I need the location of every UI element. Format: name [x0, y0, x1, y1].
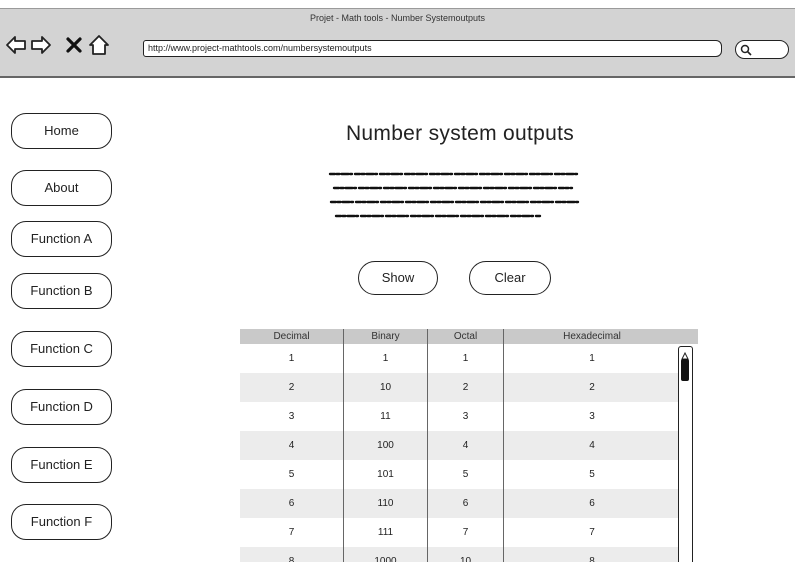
table-row[interactable]: 5 101 5 5	[240, 460, 680, 489]
cell-hexadecimal: 6	[589, 498, 595, 509]
sidebar-item-function-a[interactable]: Function A	[11, 221, 112, 257]
cell-binary: 111	[377, 527, 394, 538]
window-title: Projet - Math tools - Number Systemoutpu…	[309, 13, 486, 23]
sidebar-item-function-e[interactable]: Function E	[11, 447, 112, 483]
cell-octal: 10	[459, 556, 472, 562]
cell-decimal: 6	[288, 498, 295, 509]
cell-decimal: 2	[288, 382, 295, 393]
page-title: Number system outputs	[345, 122, 575, 145]
cell-octal: 4	[462, 440, 469, 451]
column-divider	[503, 329, 504, 562]
address-bar[interactable]: http://www.project-mathtools.com/numbers…	[143, 40, 722, 57]
sidebar-item-function-c[interactable]: Function C	[11, 331, 112, 367]
scrollbar-thumb[interactable]	[681, 359, 689, 381]
cell-hexadecimal: 4	[589, 440, 595, 451]
table-scrollbar[interactable]	[678, 346, 693, 562]
cell-hexadecimal: 7	[589, 527, 595, 538]
back-arrow-icon[interactable]	[5, 34, 27, 56]
cell-binary: 10	[379, 382, 392, 393]
home-icon[interactable]	[88, 34, 110, 56]
cell-hexadecimal: 2	[589, 382, 595, 393]
number-table: Decimal Binary Octal Hexadecimal 1 1 1 1…	[240, 329, 698, 562]
search-icon	[740, 43, 752, 56]
cell-decimal: 8	[288, 556, 295, 562]
cell-octal: 3	[462, 411, 469, 422]
column-header-hexadecimal: Hexadecimal	[563, 331, 621, 342]
cell-decimal: 3	[288, 411, 295, 422]
column-divider	[343, 329, 344, 562]
cell-octal: 5	[462, 469, 469, 480]
sidebar-item-function-f[interactable]: Function F	[11, 504, 112, 540]
table-row[interactable]: 4 100 4 4	[240, 431, 680, 460]
sidebar-item-function-b[interactable]: Function B	[11, 273, 112, 309]
table-row[interactable]: 3 11 3 3	[240, 402, 680, 431]
cell-binary: 1000	[374, 556, 397, 562]
cell-binary: 1	[382, 353, 389, 364]
cell-binary: 101	[377, 469, 394, 480]
sidebar-item-about[interactable]: About	[11, 170, 112, 206]
sidebar-item-home[interactable]: Home	[11, 113, 112, 149]
sidebar-item-function-d[interactable]: Function D	[11, 389, 112, 425]
scroll-up-arrow-icon[interactable]	[681, 348, 689, 360]
table-row[interactable]: 1 1 1 1	[240, 344, 680, 373]
column-header-binary: Binary	[371, 331, 400, 342]
cell-hexadecimal: 8	[589, 556, 595, 562]
forward-arrow-icon[interactable]	[30, 34, 52, 56]
table-row[interactable]: 7 111 7 7	[240, 518, 680, 547]
table-row[interactable]: 6 110 6 6	[240, 489, 680, 518]
search-field[interactable]	[735, 40, 789, 59]
show-button[interactable]: Show	[358, 261, 438, 295]
cell-octal: 6	[462, 498, 469, 509]
cell-decimal: 4	[288, 440, 295, 451]
table-row[interactable]: 2 10 2 2	[240, 373, 680, 402]
placeholder-text-scribble	[328, 172, 580, 218]
table-header: Decimal Binary Octal Hexadecimal	[240, 329, 698, 344]
clear-button[interactable]: Clear	[469, 261, 551, 295]
cell-hexadecimal: 5	[589, 469, 595, 480]
cell-decimal: 1	[288, 353, 295, 364]
cell-octal: 2	[462, 382, 469, 393]
cell-hexadecimal: 3	[589, 411, 595, 422]
cell-decimal: 5	[288, 469, 295, 480]
close-x-icon[interactable]	[63, 34, 85, 56]
browser-chrome: Projet - Math tools - Number Systemoutpu…	[0, 8, 795, 78]
column-header-decimal: Decimal	[273, 331, 310, 342]
table-row[interactable]: 8 1000 10 8	[240, 547, 680, 562]
cell-binary: 11	[380, 411, 391, 422]
cell-octal: 7	[462, 527, 469, 538]
cell-hexadecimal: 1	[589, 353, 595, 364]
cell-octal: 1	[462, 353, 469, 364]
column-divider	[427, 329, 428, 562]
column-header-octal: Octal	[453, 331, 478, 342]
cell-binary: 100	[377, 440, 394, 451]
cell-decimal: 7	[288, 527, 295, 538]
cell-binary: 110	[377, 498, 394, 509]
